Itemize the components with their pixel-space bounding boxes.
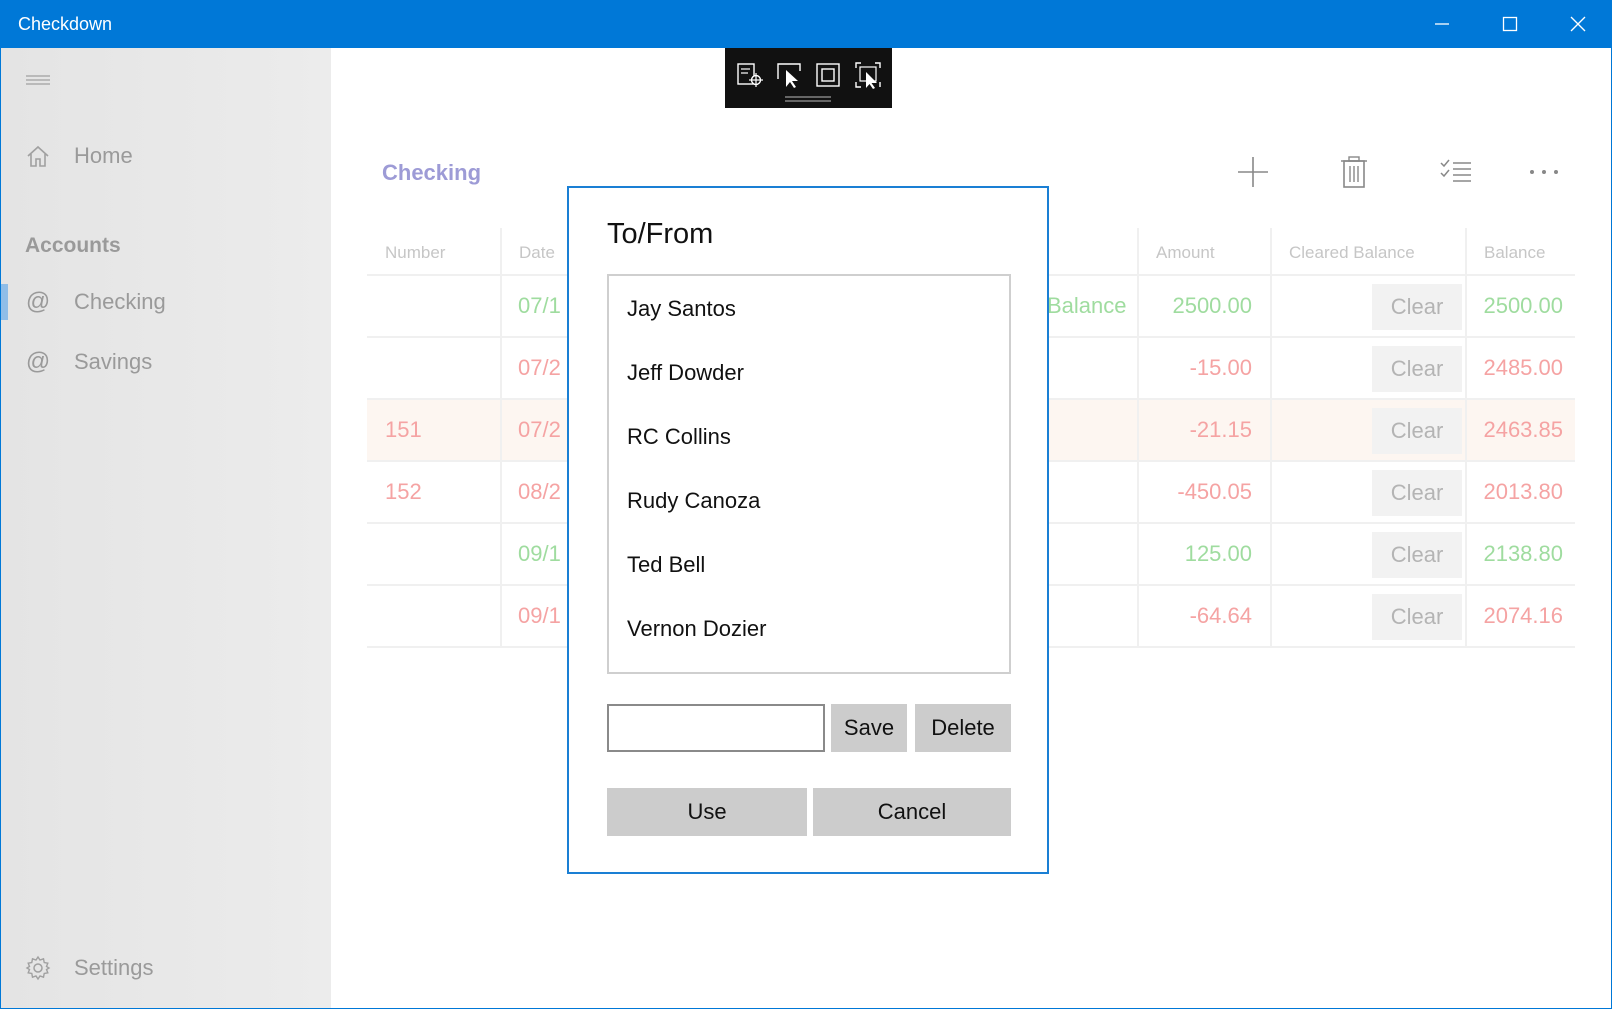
layout-bounds-icon: [816, 63, 840, 87]
payee-list[interactable]: Jay Santos Jeff Dowder RC Collins Rudy C…: [607, 274, 1011, 674]
cell-balance: 2463.85: [1483, 417, 1563, 442]
header-balance[interactable]: Balance: [1466, 228, 1545, 276]
minimize-button[interactable]: [1408, 0, 1476, 48]
cell-description: Balance: [1047, 293, 1127, 318]
cell-balance: 2074.16: [1483, 603, 1563, 628]
header-amount[interactable]: Amount: [1138, 228, 1215, 276]
track-focus-icon: [855, 62, 881, 89]
cell-amount: 125.00: [1184, 541, 1252, 566]
title-bar: Checkdown: [0, 0, 1612, 48]
delete-icon: [1341, 156, 1367, 188]
layout-bounds-button[interactable]: [813, 60, 843, 90]
cell-date: 07/1: [518, 293, 561, 318]
nav-item-checking[interactable]: @ Checking: [0, 276, 331, 328]
hamburger-button[interactable]: [24, 70, 52, 90]
cell-amount: -21.15: [1189, 417, 1252, 442]
dialog-title: To/From: [607, 218, 714, 250]
list-item[interactable]: Rudy Canoza: [627, 488, 760, 514]
nav-item-label: Savings: [74, 349, 153, 374]
nav-pane: Home Accounts @ Checking @ Savings Setti…: [0, 48, 331, 1009]
cell-number: 151: [385, 417, 422, 442]
cell-number: 152: [385, 479, 422, 504]
list-item[interactable]: Jay Santos: [627, 296, 736, 322]
cell-description: [1047, 338, 1125, 398]
checklist-icon: [1440, 159, 1471, 182]
nav-item-label: Home: [74, 143, 133, 168]
cell-date: 09/1: [518, 603, 561, 628]
clear-button[interactable]: Clear: [1372, 346, 1462, 392]
accounts-heading: Accounts: [25, 234, 121, 257]
header-date[interactable]: Date: [501, 228, 555, 276]
track-focus-button[interactable]: [853, 60, 883, 90]
clear-button[interactable]: Clear: [1372, 408, 1462, 454]
cell-description: [1047, 586, 1125, 646]
cell-amount: -15.00: [1189, 355, 1252, 380]
save-button[interactable]: Save: [831, 704, 907, 752]
toolbar-grip[interactable]: [785, 96, 831, 98]
list-item[interactable]: Jeff Dowder: [627, 360, 744, 386]
clear-button[interactable]: Clear: [1372, 284, 1462, 330]
clear-button[interactable]: Clear: [1372, 470, 1462, 516]
cell-amount: -64.64: [1189, 603, 1252, 628]
window-title: Checkdown: [18, 14, 113, 34]
delete-button[interactable]: Delete: [915, 704, 1011, 752]
maximize-button[interactable]: [1476, 0, 1544, 48]
select-element-icon: [777, 63, 801, 88]
cell-description: [1047, 400, 1125, 460]
cell-date: 07/2: [518, 417, 561, 442]
nav-item-label: Settings: [74, 955, 154, 980]
add-icon: [1238, 157, 1268, 187]
cell-amount: -450.05: [1177, 479, 1252, 504]
page-title: Checking: [382, 160, 482, 185]
delete-button[interactable]: [1332, 150, 1376, 194]
nav-item-label: Checking: [74, 289, 166, 314]
cell-balance: 2013.80: [1483, 479, 1563, 504]
more-button[interactable]: [1522, 150, 1566, 194]
cell-balance: 2138.80: [1483, 541, 1563, 566]
cell-date: 08/2: [518, 479, 561, 504]
inspect-tree-button[interactable]: [735, 60, 765, 90]
clear-button[interactable]: Clear: [1372, 532, 1462, 578]
add-button[interactable]: [1231, 150, 1275, 194]
minimize-icon: [1435, 23, 1449, 25]
cell-description: [1047, 524, 1125, 584]
list-item[interactable]: RC Collins: [627, 424, 731, 450]
cancel-button[interactable]: Cancel: [813, 788, 1011, 836]
nav-item-savings[interactable]: @ Savings: [0, 336, 331, 388]
to-from-dialog: To/From Jay Santos Jeff Dowder RC Collin…: [567, 186, 1049, 874]
cell-amount: 2500.00: [1172, 293, 1252, 318]
cell-date: 07/2: [518, 355, 561, 380]
gear-icon: [24, 954, 52, 982]
nav-item-home[interactable]: Home: [0, 130, 331, 182]
use-button[interactable]: Use: [607, 788, 807, 836]
cell-balance: 2500.00: [1483, 293, 1563, 318]
select-element-button[interactable]: [775, 60, 805, 90]
list-item[interactable]: Ted Bell: [627, 552, 705, 578]
inspect-tree-icon: [737, 63, 763, 87]
home-icon: [24, 142, 52, 170]
list-item[interactable]: Vernon Dozier: [627, 616, 766, 642]
close-button[interactable]: [1544, 0, 1612, 48]
cell-date: 09/1: [518, 541, 561, 566]
more-icon: [1530, 170, 1558, 174]
select-button[interactable]: [1434, 150, 1478, 194]
header-number[interactable]: Number: [367, 228, 445, 276]
payee-name-input[interactable]: [607, 704, 825, 752]
clear-button[interactable]: Clear: [1372, 594, 1462, 640]
at-icon: @: [25, 288, 51, 315]
hamburger-icon: [26, 75, 50, 85]
in-app-toolbar: [725, 48, 892, 108]
header-cleared-balance[interactable]: Cleared Balance: [1271, 228, 1415, 276]
at-icon: @: [25, 348, 51, 375]
nav-item-settings[interactable]: Settings: [0, 942, 331, 994]
cell-balance: 2485.00: [1483, 355, 1563, 380]
maximize-icon: [1502, 16, 1518, 32]
close-icon: [1570, 16, 1586, 32]
cell-description: [1047, 462, 1125, 522]
